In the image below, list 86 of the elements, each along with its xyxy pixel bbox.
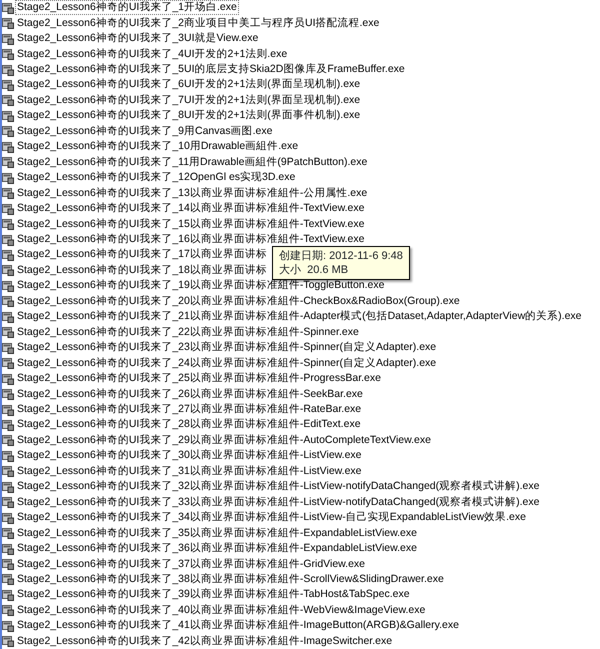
file-name[interactable]: Stage2_Lesson6神奇的UI我来了_41以商业界面讲标准組件-ImageButton(ARGB)&Gallery.exe [15,618,461,634]
file-name[interactable]: Stage2_Lesson6神奇的UI我来了_32以商业界面讲标准組件-ListView-notifyDataChanged(观察者模式讲解).exe [15,479,542,494]
program-icon [2,372,14,385]
program-icon [2,342,14,354]
program-icon [2,172,14,184]
file-name[interactable]: Stage2_Lesson6神奇的UI我来了_19以商业界面讲标准組件-ToggleButton.exe [15,278,386,294]
program-icon [2,156,14,168]
program-icon [2,125,14,138]
program-icon [2,588,14,601]
program-icon [2,187,14,200]
program-icon [2,480,14,493]
file-name[interactable]: Stage2_Lesson6神奇的UI我来了_39以商业界面讲标准組件-TabHost&TabSpec.exe [15,587,412,602]
program-icon [2,218,14,230]
program-icon [2,604,14,616]
tooltip-text: 创建日期: 2012-11-6 9:48 [279,249,403,263]
file-name[interactable]: Stage2_Lesson6神奇的UI我来了_13以商业界面讲标准組件-公用属性.exe [15,186,370,201]
program-icon [2,140,14,153]
file-name[interactable]: Stage2_Lesson6神奇的UI我来了_27以商业界面讲标准組件-RateBar.exe [15,402,364,417]
file-name[interactable]: Stage2_Lesson6神奇的UI我来了_24以商业界面讲标准組件-Spinner(自定义Adapter).exe [15,356,438,371]
program-icon [2,17,14,30]
program-icon [2,635,14,648]
file-name[interactable]: Stage2_Lesson6神奇的UI我来了_26以商业界面讲标准組件-SeekBar.exe [15,386,365,402]
program-icon [2,64,14,76]
file-name[interactable]: Stage2_Lesson6神奇的UI我来了_35以商业界面讲标准組件-ExpandableListView.exe [15,526,419,541]
file-name[interactable]: Stage2_Lesson6神奇的UI我来了_25以商业界面讲标准組件-ProgressBar.exe [15,371,383,386]
program-icon [2,248,14,261]
file-name[interactable]: Stage2_Lesson6神奇的UI我来了_36以商业界面讲标准組件-ExpandableListView.exe [15,541,419,556]
file-name[interactable]: Stage2_Lesson6神奇的UI我来了_34以商业界面讲标准組件-ListView-自己实现ExpandableListView效果.exe [15,510,528,526]
file-name[interactable]: Stage2_Lesson6神奇的UI我来了_14以商业界面讲标准組件-TextView.exe [15,201,366,216]
file-name[interactable]: Stage2_Lesson6神奇的UI我来了_21以商业界面讲标准組件-Adapter模式(包括Dataset,Adapter,AdapterView的关系).exe [15,309,584,324]
file-name[interactable]: Stage2_Lesson6神奇的UI我来了_22以商业界面讲标准組件-Spinner.exe [15,324,361,340]
program-icon [2,527,14,540]
file-name[interactable]: Stage2_Lesson6神奇的UI我来了_20以商业界面讲标准組件-CheckBox&RadioBox(Group).exe [15,294,462,309]
file-name[interactable]: Stage2_Lesson6神奇的UI我来了_8UI开发的2+1法则(界面事件机制).exe [15,108,362,124]
program-icon [2,620,14,632]
file-name[interactable]: Stage2_Lesson6神奇的UI我来了_42以商业界面讲标准組件-ImageSwitcher.exe [15,634,394,649]
file-name[interactable]: Stage2_Lesson6神奇的UI我来了_33以商业界面讲标准組件-ListView-notifyDataChanged(观察者模式讲解).exe [15,494,542,510]
file-name[interactable]: Stage2_Lesson6神奇的UI我来了_37以商业界面讲标准組件-GridView.exe [15,556,368,572]
program-icon [2,465,14,478]
program-icon [2,110,14,122]
file-name[interactable]: Stage2_Lesson6神奇的UI我来了_18以商业界面讲标 [15,262,269,278]
program-icon [2,310,14,323]
program-icon [2,573,14,586]
file-name[interactable]: Stage2_Lesson6神奇的UI我来了_17以商业界面讲标 [15,247,269,262]
file-name[interactable]: Stage2_Lesson6神奇的UI我来了_9用Canvas画图.exe [15,124,274,139]
file-name[interactable]: Stage2_Lesson6神奇的UI我来了_5UI的底层支持Skia2D图像库及FrameBuffer.exe [15,62,407,78]
file-name[interactable]: Stage2_Lesson6神奇的UI我来了_30以商业界面讲标准組件-ListView.exe [15,448,364,464]
file-name[interactable]: Stage2_Lesson6神奇的UI我来了_7UI开发的2+1法则(界面呈现机制).exe [15,92,362,108]
program-icon [2,2,14,14]
file-name[interactable]: Stage2_Lesson6神奇的UI我来了_6UI开发的2+1法则(界面呈现机制).exe [15,77,362,92]
program-icon [2,388,14,400]
file-name[interactable]: Stage2_Lesson6神奇的UI我来了_3UI就是View.exe [15,31,260,46]
program-icon [2,418,14,431]
program-icon [2,295,14,308]
program-icon [2,48,14,60]
file-name[interactable]: Stage2_Lesson6神奇的UI我来了_4UI开发的2+1法则.exe [15,46,290,62]
file-name[interactable]: Stage2_Lesson6神奇的UI我来了_38以商业界面讲标准組件-ScrollView&SlidingDrawer.exe [15,572,446,587]
program-icon [2,357,14,370]
file-name[interactable]: Stage2_Lesson6神奇的UI我来了_23以商业界面讲标准組件-Spinner(自定义Adapter).exe [15,340,438,356]
program-icon [2,280,14,292]
file-name[interactable]: Stage2_Lesson6神奇的UI我来了_16以商业界面讲标准組件-TextView.exe [15,232,366,248]
program-icon [2,32,14,45]
program-icon [2,78,14,91]
program-icon [2,512,14,524]
program-icon [2,450,14,462]
program-icon [2,558,14,570]
file-name[interactable]: Stage2_Lesson6神奇的UI我来了_12OpenGl es实现3D.exe [15,170,298,186]
program-icon [2,234,14,246]
program-icon [2,94,14,106]
file-name[interactable]: Stage2_Lesson6神奇的UI我来了_15以商业界面讲标准組件-TextView.exe [15,216,366,232]
file-name[interactable]: Stage2_Lesson6神奇的UI我来了_11用Drawable画組件(9PatchButton).exe [15,154,370,170]
program-icon [2,404,14,416]
program-icon [2,434,14,446]
file-name[interactable]: Stage2_Lesson6神奇的UI我来了_31以商业界面讲标准組件-ListView.exe [15,464,364,479]
file-name[interactable]: Stage2_Lesson6神奇的UI我来了_40以商业界面讲标准組件-WebView&ImageView.exe [15,602,428,618]
file-name[interactable]: Stage2_Lesson6神奇的UI我来了_28以商业界面讲标准組件-EditText.exe [15,417,363,432]
program-icon [2,542,14,555]
program-icon [2,264,14,276]
program-icon [2,326,14,338]
file-name[interactable]: Stage2_Lesson6神奇的UI我来了_29以商业界面讲标准組件-AutoCompleteTextView.exe [15,432,433,448]
file-name[interactable]: Stage2_Lesson6神奇的UI我来了_1开场白.exe [15,0,239,16]
program-icon [2,496,14,508]
file-name[interactable]: Stage2_Lesson6神奇的UI我来了_2商业项目中美工与程序员UI搭配流程.exe [15,16,382,31]
file-name[interactable]: Stage2_Lesson6神奇的UI我来了_10用Drawable画組件.exe [15,139,300,154]
tooltip-text: 大小 20.6 MB [279,263,350,277]
program-icon [2,202,14,215]
